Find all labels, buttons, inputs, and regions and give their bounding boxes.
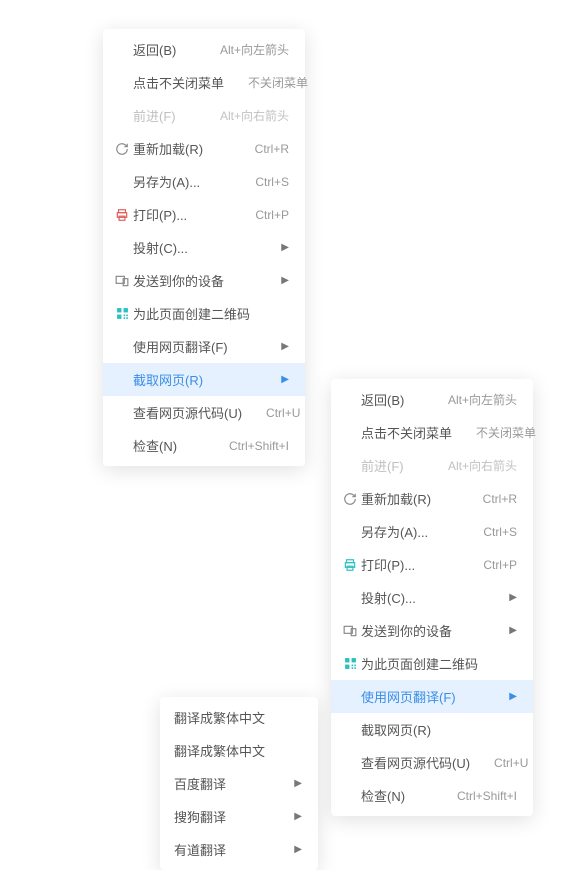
submenu-arrow-icon: ▶ (294, 778, 302, 789)
devices-icon (339, 625, 361, 637)
submenu-arrow-icon: ▶ (509, 625, 517, 636)
menu-item-view-source[interactable]: 查看网页源代码(U) Ctrl+U (103, 396, 305, 429)
menu-label: 截取网页(R) (361, 720, 517, 739)
menu-shortcut: Alt+向右箭头 (448, 457, 517, 474)
submenu-item-trad-chinese-1[interactable]: 翻译成繁体中文 (160, 701, 318, 734)
menu-label: 百度翻译 (168, 774, 270, 793)
menu-item-print[interactable]: 打印(P)... Ctrl+P (103, 198, 305, 231)
menu-item-send-to-device[interactable]: 发送到你的设备 ▶ (331, 614, 533, 647)
menu-item-noclose[interactable]: 点击不关闭菜单 不关闭菜单 (103, 66, 305, 99)
menu-shortcut: Ctrl+Shift+I (229, 439, 289, 453)
menu-item-screenshot[interactable]: 截取网页(R) ▶ (103, 363, 305, 396)
menu-label: 点击不关闭菜单 (361, 423, 452, 442)
reload-icon (111, 142, 133, 156)
submenu-item-trad-chinese-2[interactable]: 翻译成繁体中文 (160, 734, 318, 767)
menu-label: 截取网页(R) (133, 370, 257, 389)
menu-label: 使用网页翻译(F) (361, 687, 485, 706)
menu-item-inspect[interactable]: 检查(N) Ctrl+Shift+I (103, 429, 305, 462)
menu-shortcut: Ctrl+U (266, 406, 300, 420)
menu-label: 使用网页翻译(F) (133, 337, 257, 356)
menu-label: 查看网页源代码(U) (361, 753, 470, 772)
menu-label: 为此页面创建二维码 (361, 654, 517, 673)
menu-shortcut: Ctrl+S (255, 175, 289, 189)
menu-label: 翻译成繁体中文 (168, 708, 302, 727)
menu-shortcut: 不关闭菜单 (248, 74, 308, 91)
menu-label: 另存为(A)... (361, 522, 459, 541)
submenu-arrow-icon: ▶ (294, 844, 302, 855)
menu-label: 打印(P)... (133, 205, 231, 224)
menu-item-view-source[interactable]: 查看网页源代码(U) Ctrl+U (331, 746, 533, 779)
menu-label: 打印(P)... (361, 555, 459, 574)
menu-shortcut: Ctrl+U (494, 756, 528, 770)
menu-shortcut: Ctrl+P (255, 208, 289, 222)
menu-item-translate[interactable]: 使用网页翻译(F) ▶ (103, 330, 305, 363)
menu-item-forward: 前进(F) Alt+向右箭头 (331, 449, 533, 482)
menu-label: 投射(C)... (361, 588, 485, 607)
menu-shortcut: Ctrl+P (483, 558, 517, 572)
menu-label: 翻译成繁体中文 (168, 741, 302, 760)
submenu-arrow-icon: ▶ (281, 242, 289, 253)
menu-shortcut: Alt+向左箭头 (220, 41, 289, 58)
menu-shortcut: Alt+向右箭头 (220, 107, 289, 124)
menu-label: 重新加载(R) (133, 139, 231, 158)
menu-label: 返回(B) (361, 390, 424, 409)
menu-label: 有道翻译 (168, 840, 270, 859)
menu-shortcut: Alt+向左箭头 (448, 391, 517, 408)
submenu-arrow-icon: ▶ (281, 341, 289, 352)
menu-label: 重新加载(R) (361, 489, 459, 508)
print-icon (339, 558, 361, 572)
submenu-arrow-icon: ▶ (281, 374, 289, 385)
menu-shortcut: Ctrl+R (483, 492, 517, 506)
menu-item-forward: 前进(F) Alt+向右箭头 (103, 99, 305, 132)
menu-label: 前进(F) (361, 456, 424, 475)
menu-shortcut: Ctrl+Shift+I (457, 789, 517, 803)
menu-label: 点击不关闭菜单 (133, 73, 224, 92)
submenu-arrow-icon: ▶ (509, 592, 517, 603)
menu-label: 前进(F) (133, 106, 196, 125)
menu-item-saveas[interactable]: 另存为(A)... Ctrl+S (331, 515, 533, 548)
submenu-arrow-icon: ▶ (509, 691, 517, 702)
reload-icon (339, 492, 361, 506)
menu-label: 另存为(A)... (133, 172, 231, 191)
menu-item-inspect[interactable]: 检查(N) Ctrl+Shift+I (331, 779, 533, 812)
print-icon (111, 208, 133, 222)
menu-item-reload[interactable]: 重新加载(R) Ctrl+R (331, 482, 533, 515)
menu-label: 查看网页源代码(U) (133, 403, 242, 422)
menu-item-qrcode[interactable]: 为此页面创建二维码 (103, 297, 305, 330)
devices-icon (111, 275, 133, 287)
menu-shortcut: 不关闭菜单 (476, 424, 536, 441)
submenu-item-sogou[interactable]: 搜狗翻译 ▶ (160, 800, 318, 833)
submenu-item-baidu[interactable]: 百度翻译 ▶ (160, 767, 318, 800)
menu-item-cast[interactable]: 投射(C)... ▶ (331, 581, 533, 614)
menu-item-back[interactable]: 返回(B) Alt+向左箭头 (331, 383, 533, 416)
qr-icon (339, 657, 361, 670)
context-menu-1: 返回(B) Alt+向左箭头 点击不关闭菜单 不关闭菜单 前进(F) Alt+向… (103, 29, 305, 466)
menu-label: 检查(N) (133, 436, 205, 455)
menu-label: 返回(B) (133, 40, 196, 59)
menu-label: 搜狗翻译 (168, 807, 270, 826)
menu-item-translate[interactable]: 使用网页翻译(F) ▶ (331, 680, 533, 713)
menu-item-saveas[interactable]: 另存为(A)... Ctrl+S (103, 165, 305, 198)
qr-icon (111, 307, 133, 320)
menu-item-send-to-device[interactable]: 发送到你的设备 ▶ (103, 264, 305, 297)
menu-item-noclose[interactable]: 点击不关闭菜单 不关闭菜单 (331, 416, 533, 449)
context-menu-2: 返回(B) Alt+向左箭头 点击不关闭菜单 不关闭菜单 前进(F) Alt+向… (331, 379, 533, 816)
menu-shortcut: Ctrl+S (483, 525, 517, 539)
menu-label: 投射(C)... (133, 238, 257, 257)
translate-submenu: 翻译成繁体中文 翻译成繁体中文 百度翻译 ▶ 搜狗翻译 ▶ 有道翻译 ▶ (160, 697, 318, 870)
submenu-arrow-icon: ▶ (294, 811, 302, 822)
menu-item-reload[interactable]: 重新加载(R) Ctrl+R (103, 132, 305, 165)
menu-item-back[interactable]: 返回(B) Alt+向左箭头 (103, 33, 305, 66)
submenu-item-youdao[interactable]: 有道翻译 ▶ (160, 833, 318, 866)
menu-shortcut: Ctrl+R (255, 142, 289, 156)
menu-label: 检查(N) (361, 786, 433, 805)
menu-label: 为此页面创建二维码 (133, 304, 289, 323)
menu-item-qrcode[interactable]: 为此页面创建二维码 (331, 647, 533, 680)
menu-item-screenshot[interactable]: 截取网页(R) (331, 713, 533, 746)
menu-label: 发送到你的设备 (361, 621, 485, 640)
menu-label: 发送到你的设备 (133, 271, 257, 290)
menu-item-print[interactable]: 打印(P)... Ctrl+P (331, 548, 533, 581)
submenu-arrow-icon: ▶ (281, 275, 289, 286)
menu-item-cast[interactable]: 投射(C)... ▶ (103, 231, 305, 264)
